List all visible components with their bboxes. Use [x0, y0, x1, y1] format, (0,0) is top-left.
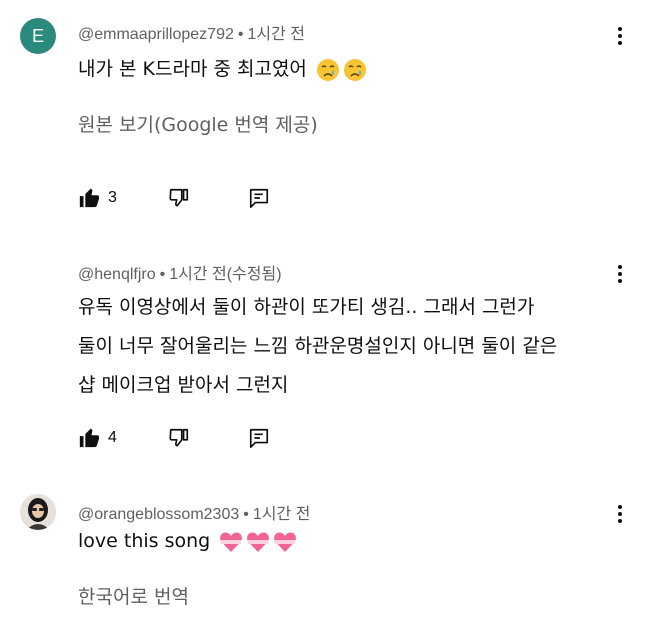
comment-item: @orangeblossom2303 • 1시간 전 love this song …	[0, 470, 658, 619]
like-button[interactable]: 3	[78, 183, 117, 213]
separator-dot: •	[237, 26, 244, 43]
comment-text: 유독 이영상에서 둘이 하관이 또가티 생김.. 그래서 그런가 둘이 너무 잘…	[78, 290, 557, 403]
comment-header: @emmaaprillopez792 • 1시간 전	[78, 20, 305, 44]
like-count: 4	[108, 429, 117, 446]
like-count: 3	[108, 189, 117, 206]
heart-ribbon-icon	[274, 532, 297, 552]
comment-actions: 4	[78, 423, 298, 453]
comment-item: @henqlfjro • 1시간 전(수정됨) 유독 이영상에서 둘이 하관이 또가…	[0, 230, 658, 470]
comment-text: love this song	[78, 524, 297, 559]
comment-text-line: 유독 이영상에서 둘이 하관이 또가티 생김.. 그래서 그런가	[78, 296, 535, 318]
comment-text-line: 내가 본 K드라마 중 최고였어	[78, 58, 307, 80]
dislike-icon	[169, 188, 189, 207]
translate-link[interactable]: 한국어로 번역	[78, 582, 189, 609]
more-options-icon[interactable]	[608, 24, 632, 48]
separator-dot: •	[159, 266, 166, 283]
like-button[interactable]: 4	[78, 423, 117, 453]
crying-face-icon	[343, 58, 366, 81]
comment-time[interactable]: 1시간 전	[247, 26, 305, 43]
reply-icon	[249, 188, 269, 208]
comment-time[interactable]: 1시간 전(수정됨)	[169, 266, 281, 283]
profile-photo-icon	[20, 494, 56, 530]
separator-dot: •	[243, 506, 249, 523]
author-name[interactable]: @orangeblossom2303	[78, 506, 239, 523]
comment-time[interactable]: 1시간 전	[253, 506, 311, 523]
like-icon	[79, 188, 100, 208]
avatar[interactable]	[20, 494, 56, 530]
comment-text: 내가 본 K드라마 중 최고였어	[78, 52, 367, 87]
heart-ribbon-icon	[220, 532, 243, 552]
comment-text-line: love this song	[78, 530, 211, 552]
heart-ribbon-icon	[247, 532, 270, 552]
reply-button[interactable]	[248, 183, 270, 213]
comment-item: E @emmaaprillopez792 • 1시간 전 내가 본 K드라마 중 최…	[0, 0, 658, 230]
avatar[interactable]: E	[20, 18, 56, 54]
dislike-button[interactable]	[168, 183, 190, 213]
more-options-icon[interactable]	[608, 502, 632, 526]
dislike-button[interactable]	[168, 423, 190, 453]
comment-header: @orangeblossom2303 • 1시간 전	[78, 500, 310, 524]
author-name[interactable]: @henqlfjro	[78, 266, 156, 283]
dislike-icon	[169, 428, 189, 447]
see-original-link[interactable]: 원본 보기(Google 번역 제공)	[78, 110, 318, 137]
comment-header: @henqlfjro • 1시간 전(수정됨)	[78, 260, 282, 284]
comment-text-line: 둘이 너무 잘어울리는 느낌 하관운명설인지 아니면 둘이 같은	[78, 335, 558, 357]
reply-icon	[249, 428, 269, 448]
like-icon	[79, 428, 100, 448]
reply-button[interactable]	[248, 423, 270, 453]
comment-text-line: 샵 메이크업 받아서 그런지	[78, 374, 289, 396]
crying-face-icon	[316, 58, 339, 81]
comment-actions: 3	[78, 183, 298, 213]
more-options-icon[interactable]	[608, 262, 632, 286]
avatar-letter: E	[31, 25, 44, 46]
author-name[interactable]: @emmaaprillopez792	[78, 26, 234, 43]
